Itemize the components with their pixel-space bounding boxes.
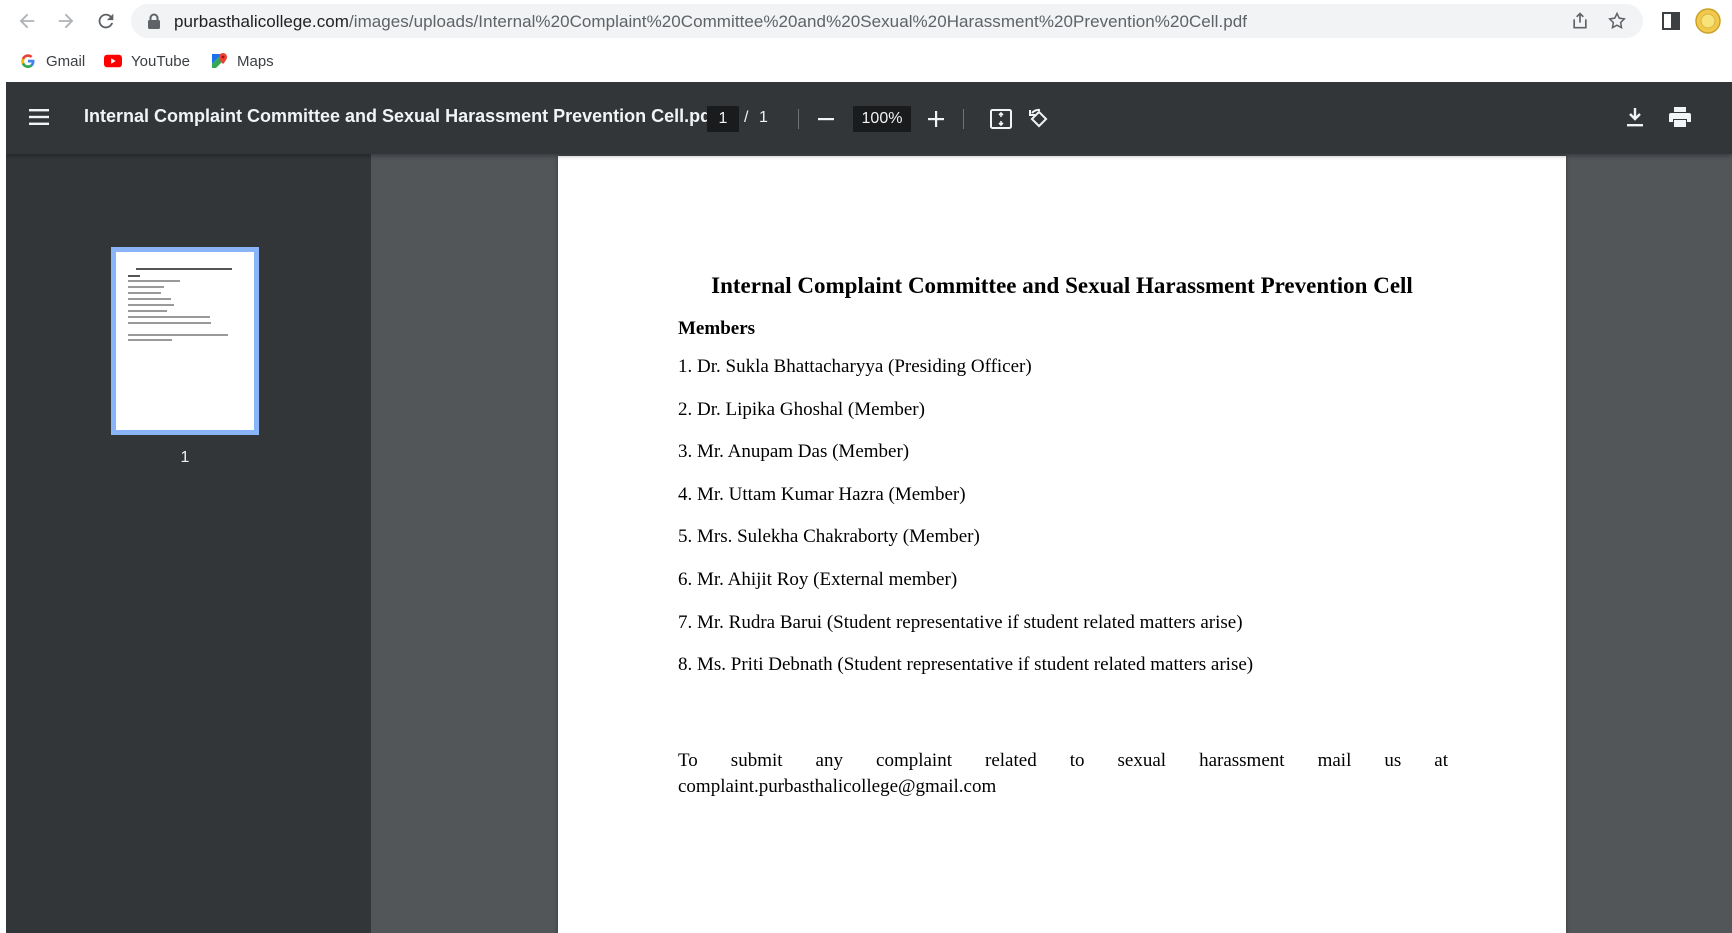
list-item: 8. Ms. Priti Debnath (Student representa… — [678, 654, 1254, 676]
pdf-page: Internal Complaint Committee and Sexual … — [558, 156, 1566, 933]
forward-button[interactable] — [51, 6, 81, 36]
zoom-out-button[interactable] — [816, 109, 836, 129]
minus-icon — [818, 118, 834, 121]
thumbnail-text-line — [136, 268, 232, 270]
fit-page-icon — [990, 109, 1012, 129]
thumbnail-text-line — [128, 304, 174, 306]
bookmark-gmail[interactable]: Gmail — [19, 50, 85, 72]
page-number-input[interactable]: 1 — [707, 106, 739, 132]
arrow-left-icon — [19, 13, 35, 29]
list-item: 7. Mr. Rudra Barui (Student representati… — [678, 611, 1243, 633]
pdf-viewer: Internal Complaint Committee and Sexual … — [6, 82, 1732, 933]
thumbnail-page-number: 1 — [180, 449, 190, 466]
page-total: 1 — [759, 109, 768, 126]
list-item: 3. Mr. Anupam Das (Member) — [678, 441, 910, 463]
thumbnail-text-line — [128, 286, 164, 288]
profile-icon — [1695, 8, 1721, 34]
plus-icon — [928, 111, 944, 127]
lock-icon — [148, 13, 160, 29]
bookmark-label: YouTube — [131, 52, 190, 70]
reload-icon — [98, 13, 114, 29]
bookmark-maps[interactable]: Maps — [210, 50, 274, 72]
bookmark-label: Maps — [237, 52, 274, 70]
list-item: 2. Dr. Lipika Ghoshal (Member) — [678, 398, 925, 420]
bookmarks-bar: Gmail YouTube Maps — [0, 42, 1732, 82]
thumbnail-text-line — [128, 280, 180, 282]
arrow-right-icon — [58, 13, 74, 29]
browser-toolbar: purbasthalicollege.com/images/uploads/In… — [0, 0, 1732, 42]
thumbnail-sidebar: 1 — [6, 154, 371, 933]
document-title: Internal Complaint Committee and Sexual … — [84, 106, 718, 126]
thumbnail-text-line — [128, 292, 161, 294]
toolbar-divider — [963, 109, 964, 129]
reload-button[interactable] — [91, 6, 121, 36]
rotate-button[interactable] — [1027, 107, 1051, 131]
page-thumbnail[interactable] — [111, 247, 259, 435]
side-panel-icon — [1662, 12, 1680, 30]
list-item: 1. Dr. Sukla Bhattacharyya (Presiding Of… — [678, 356, 1032, 377]
list-item: 4. Mr. Uttam Kumar Hazra (Member) — [678, 483, 966, 505]
print-button[interactable] — [1668, 106, 1692, 128]
thumbnail-text-line — [128, 339, 172, 341]
thumbnail-text-line — [128, 334, 228, 336]
fit-to-page-button[interactable] — [990, 108, 1012, 130]
zoom-in-button[interactable] — [926, 109, 946, 129]
bookmark-label: Gmail — [46, 52, 86, 70]
thumbnail-text-line — [128, 310, 167, 312]
thumbnail-text-line — [128, 298, 171, 300]
hamburger-menu-icon — [29, 109, 49, 125]
document-heading: Internal Complaint Committee and Sexual … — [711, 273, 1413, 298]
menu-button[interactable] — [28, 106, 50, 128]
complaint-instructions: To submit any complaint related to sexua… — [678, 750, 1448, 797]
thumbnail-text-line — [128, 322, 211, 324]
address-bar[interactable]: purbasthalicollege.com/images/uploads/In… — [131, 4, 1643, 38]
profile-avatar[interactable] — [1694, 7, 1722, 35]
list-item: 6. Mr. Ahijit Roy (External member) — [678, 568, 958, 590]
printer-icon — [1669, 107, 1691, 127]
thumbnail-text-line — [128, 275, 140, 277]
toolbar-divider — [798, 109, 799, 129]
side-panel-button[interactable] — [1657, 7, 1685, 35]
zoom-input[interactable]: 100% — [853, 106, 911, 132]
download-button[interactable] — [1624, 106, 1646, 128]
maps-icon — [210, 52, 228, 70]
members-heading: Members — [678, 318, 756, 339]
share-icon[interactable] — [1570, 11, 1590, 31]
members-list: 1. Dr. Sukla Bhattacharyya (Presiding Of… — [678, 354, 1253, 695]
bookmark-star-icon[interactable] — [1607, 11, 1627, 31]
url-text: purbasthalicollege.com/images/uploads/In… — [174, 12, 1247, 31]
download-icon — [1627, 108, 1643, 127]
rotate-counterclockwise-icon — [1029, 108, 1048, 128]
page-separator: / — [744, 109, 749, 126]
list-item: 5. Mrs. Sulekha Chakraborty (Member) — [678, 526, 980, 548]
google-icon — [19, 52, 37, 70]
back-button[interactable] — [12, 6, 42, 36]
pdf-toolbar: Internal Complaint Committee and Sexual … — [6, 82, 1732, 154]
bookmark-youtube[interactable]: YouTube — [104, 50, 190, 72]
thumbnail-text-line — [128, 316, 210, 318]
youtube-icon — [104, 52, 122, 70]
